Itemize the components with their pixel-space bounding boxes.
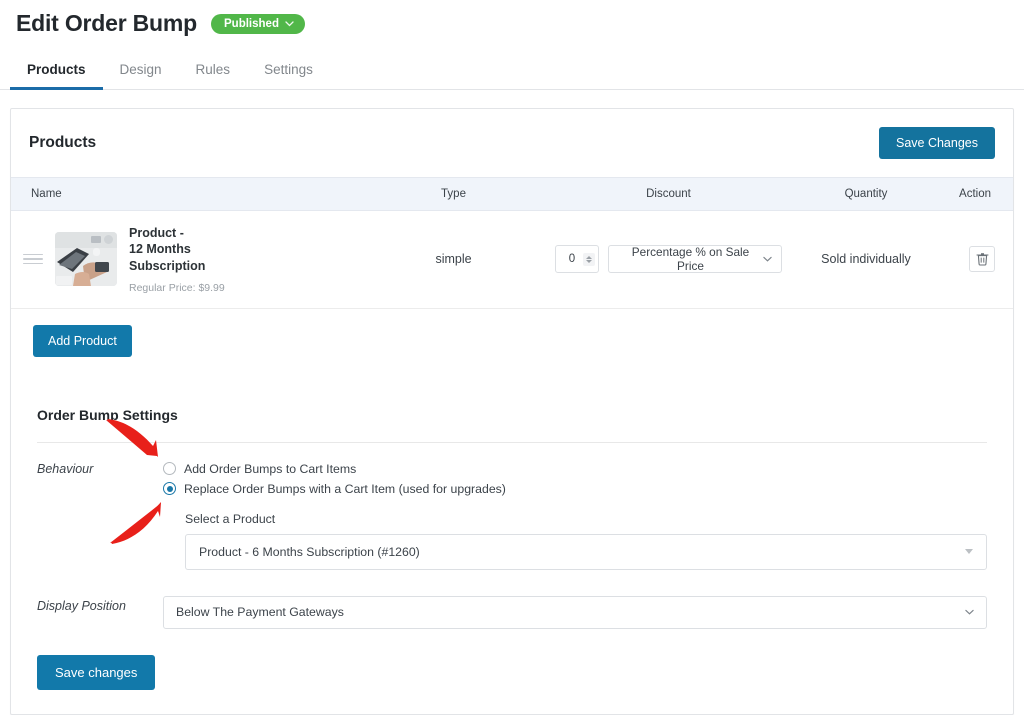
- display-position-field-row: Display Position Below The Payment Gatew…: [37, 570, 987, 629]
- radio-add-order-bumps-label[interactable]: Add Order Bumps to Cart Items: [184, 462, 356, 476]
- column-header-action: Action: [936, 176, 1013, 211]
- radio-replace-order-bumps[interactable]: [163, 482, 176, 496]
- page-header: Edit Order Bump Published: [0, 0, 1024, 38]
- status-badge[interactable]: Published: [211, 13, 305, 34]
- select-product-dropdown[interactable]: Product - 6 Months Subscription (#1260): [185, 533, 987, 570]
- discount-value: 0: [568, 253, 576, 266]
- display-position-value: Below The Payment Gateways: [176, 605, 344, 620]
- delete-product-button[interactable]: [969, 246, 995, 273]
- settings-save-row: Save changes: [11, 629, 1013, 714]
- chevron-down-icon: [285, 21, 294, 27]
- order-bump-settings: Order Bump Settings Behaviour Add Order …: [11, 373, 1013, 629]
- product-image: [55, 232, 117, 287]
- product-regular-price: Regular Price: $9.99: [129, 281, 225, 294]
- trash-icon: [975, 253, 989, 266]
- discount-value-input[interactable]: 0: [555, 245, 599, 274]
- cell-quantity: Sold individually: [796, 210, 936, 309]
- add-product-button[interactable]: Add Product: [33, 324, 132, 357]
- settings-heading: Order Bump Settings: [37, 406, 178, 423]
- stepper-up-icon[interactable]: [586, 255, 592, 259]
- products-card-header: Products Save Changes: [11, 109, 1013, 177]
- cell-action: [936, 210, 1013, 309]
- radio-option-replace[interactable]: Replace Order Bumps with a Cart Item (us…: [163, 479, 987, 499]
- display-position-select[interactable]: Below The Payment Gateways: [163, 595, 987, 629]
- products-table: Name Type Discount Quantity Action Produ…: [11, 176, 1013, 309]
- table-row: Product - 12 Months Subscription Regular…: [11, 210, 1013, 309]
- products-table-body: Product - 12 Months Subscription Regular…: [11, 210, 1013, 309]
- product-name: Product - 12 Months Subscription: [129, 225, 206, 274]
- behaviour-field-body: Add Order Bumps to Cart Items Replace Or…: [163, 459, 987, 570]
- stepper-down-icon[interactable]: [586, 259, 592, 263]
- behaviour-label: Behaviour: [37, 461, 94, 476]
- product-thumbnail: [55, 232, 117, 287]
- caret-down-icon: [965, 549, 973, 555]
- cell-name: Product - 12 Months Subscription Regular…: [11, 210, 366, 309]
- products-table-head: Name Type Discount Quantity Action: [11, 176, 1013, 211]
- page-title: Edit Order Bump: [16, 10, 198, 36]
- chevron-down-icon: [763, 256, 772, 262]
- table-header-row: Name Type Discount Quantity Action: [11, 176, 1013, 211]
- selected-product-value: Product - 6 Months Subscription (#1260): [199, 544, 420, 559]
- cell-discount: 0 Percentage % on Sale Price: [541, 210, 796, 309]
- add-product-row: Add Product: [11, 309, 1013, 373]
- number-stepper[interactable]: [583, 252, 595, 266]
- products-card: Products Save Changes Name Type Discount…: [10, 107, 1014, 715]
- column-header-type: Type: [366, 176, 541, 211]
- tab-design[interactable]: Design: [103, 52, 179, 89]
- tab-rules[interactable]: Rules: [179, 52, 248, 89]
- tab-bar: Products Design Rules Settings: [0, 52, 1024, 90]
- display-position-field-body: Below The Payment Gateways: [163, 595, 987, 629]
- behaviour-field-row: Behaviour Add Order Bumps to Cart Items …: [37, 443, 987, 570]
- cell-type: simple: [366, 210, 541, 309]
- discount-type-value: Percentage % on Sale Price: [631, 245, 750, 274]
- column-header-quantity: Quantity: [796, 176, 936, 211]
- settings-save-changes-button[interactable]: Save changes: [37, 654, 156, 690]
- drag-handle-icon[interactable]: [23, 253, 43, 265]
- tab-products[interactable]: Products: [10, 52, 103, 90]
- status-badge-label: Published: [224, 17, 279, 30]
- chevron-down-icon: [965, 609, 974, 615]
- radio-add-order-bumps[interactable]: [163, 462, 176, 476]
- products-heading: Products: [29, 133, 97, 151]
- radio-replace-order-bumps-label[interactable]: Replace Order Bumps with a Cart Item (us…: [184, 482, 506, 496]
- column-header-discount: Discount: [541, 176, 796, 211]
- discount-type-select[interactable]: Percentage % on Sale Price: [608, 245, 782, 274]
- radio-option-add[interactable]: Add Order Bumps to Cart Items: [163, 459, 987, 479]
- display-position-label: Display Position: [37, 598, 126, 613]
- save-changes-button[interactable]: Save Changes: [878, 126, 995, 159]
- tab-settings[interactable]: Settings: [247, 52, 330, 89]
- column-header-name: Name: [11, 176, 366, 211]
- select-product-label: Select a Product: [185, 511, 276, 526]
